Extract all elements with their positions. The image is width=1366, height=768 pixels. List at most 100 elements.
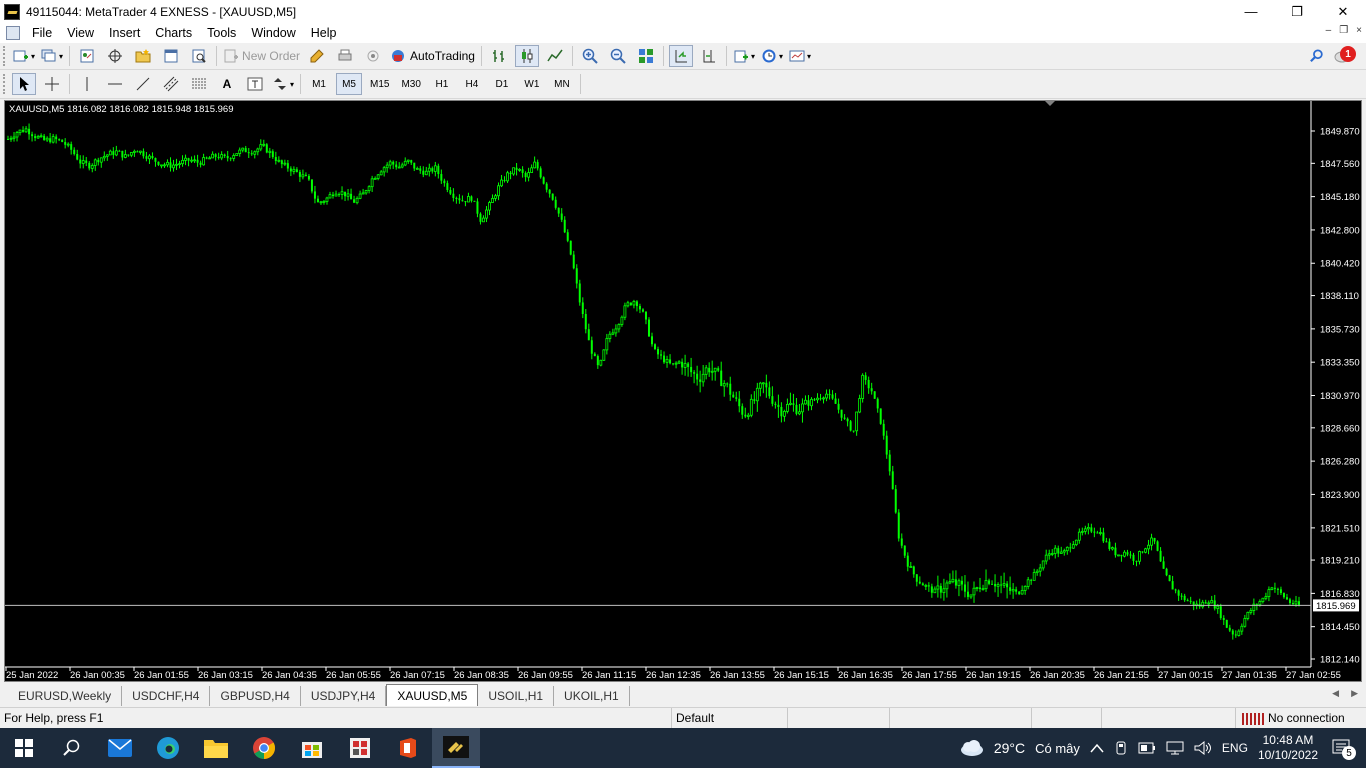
- timeframe-m1[interactable]: M1: [306, 73, 332, 95]
- text-label-button[interactable]: [243, 73, 267, 95]
- tab-gbpusd-h4[interactable]: GBPUSD,H4: [210, 686, 301, 706]
- taskbar-edge-button[interactable]: [144, 728, 192, 768]
- fibonacci-button[interactable]: [187, 73, 211, 95]
- usb-device-icon[interactable]: [1114, 740, 1128, 756]
- tab-usoil-h1[interactable]: USOIL,H1: [478, 686, 555, 706]
- cursor-tool-button[interactable]: [12, 73, 36, 95]
- battery-icon[interactable]: [1138, 742, 1156, 754]
- document-icon[interactable]: [6, 26, 20, 40]
- chart-shift-button[interactable]: [697, 45, 721, 67]
- taskbar-explorer-button[interactable]: [192, 728, 240, 768]
- indicators-button[interactable]: ▾: [732, 45, 756, 67]
- zoom-out-button[interactable]: [606, 45, 630, 67]
- chart-shift-marker[interactable]: [1045, 101, 1055, 106]
- speaker-volume-icon[interactable]: [1194, 741, 1212, 755]
- tab-ukoil-h1[interactable]: UKOIL,H1: [554, 686, 630, 706]
- toolbar-grip[interactable]: [3, 46, 7, 66]
- chart-window[interactable]: 1849.870 1847.560 1845.180 1842.800 1840.420…: [4, 100, 1362, 682]
- taskbar-office-button[interactable]: [384, 728, 432, 768]
- menu-charts[interactable]: Charts: [149, 26, 201, 40]
- timeframe-h4[interactable]: H4: [459, 73, 485, 95]
- radio-signal-button[interactable]: [361, 45, 385, 67]
- templates-button[interactable]: ▾: [788, 45, 812, 67]
- taskbar-store-button[interactable]: [288, 728, 336, 768]
- bar-chart-button[interactable]: [487, 45, 511, 67]
- candle-body-bear: [828, 394, 831, 396]
- menu-file[interactable]: File: [26, 26, 61, 40]
- auto-scroll-button[interactable]: [668, 45, 693, 67]
- menu-view[interactable]: View: [61, 26, 103, 40]
- crosshair-tool-button[interactable]: [40, 73, 64, 95]
- tile-windows-button[interactable]: [634, 45, 658, 67]
- timeframe-mn[interactable]: MN: [549, 73, 575, 95]
- menu-tools[interactable]: Tools: [201, 26, 245, 40]
- chevron-up-icon[interactable]: [1090, 743, 1104, 753]
- timeframe-h1[interactable]: H1: [429, 73, 455, 95]
- candlestick-chart-button[interactable]: [514, 45, 539, 67]
- text-tool-button[interactable]: A: [215, 73, 239, 95]
- taskbar-mail-button[interactable]: [96, 728, 144, 768]
- tab-xauusd-m5[interactable]: XAUUSD,M5: [386, 684, 479, 706]
- weather-temperature[interactable]: 29°C: [994, 740, 1025, 756]
- new-order-button[interactable]: New Order: [222, 45, 301, 67]
- profiles-button[interactable]: ▾: [40, 45, 64, 67]
- tab-usdchf-h4[interactable]: USDCHF,H4: [122, 686, 211, 706]
- taskbar-chrome-button[interactable]: [240, 728, 288, 768]
- timeframe-m30[interactable]: M30: [397, 73, 424, 95]
- search-icon[interactable]: [1310, 49, 1324, 63]
- taskbar-search-button[interactable]: [48, 728, 96, 768]
- timeframe-m15[interactable]: M15: [366, 73, 393, 95]
- periods-button[interactable]: ▾: [760, 45, 784, 67]
- autotrading-button[interactable]: AutoTrading: [389, 45, 476, 67]
- taskbar-app-button[interactable]: [336, 728, 384, 768]
- tab-eurusd-weekly[interactable]: EURUSD,Weekly: [0, 686, 123, 706]
- tab-scroll-left-icon[interactable]: ◀: [1332, 688, 1339, 699]
- start-button[interactable]: [0, 728, 48, 768]
- mdi-minimize-button[interactable]: –: [1326, 25, 1332, 36]
- toolbar-grip[interactable]: [3, 74, 7, 94]
- new-chart-button[interactable]: ▾: [12, 45, 36, 67]
- zoom-in-button[interactable]: [578, 45, 602, 67]
- notifications-button[interactable]: 1: [1334, 46, 1356, 66]
- equidistant-channel-button[interactable]: [159, 73, 183, 95]
- menu-window[interactable]: Window: [245, 26, 304, 40]
- candle-body-bear: [1276, 588, 1279, 590]
- candle-body-bear: [437, 165, 440, 175]
- data-window-button[interactable]: [103, 45, 127, 67]
- arrows-button[interactable]: ▾: [271, 73, 295, 95]
- candle-body-bull: [163, 164, 166, 167]
- mdi-close-button[interactable]: ×: [1356, 25, 1362, 36]
- metaeditor-button[interactable]: [305, 45, 329, 67]
- vertical-line-button[interactable]: [75, 73, 99, 95]
- timeframe-w1[interactable]: W1: [519, 73, 545, 95]
- action-center-button[interactable]: 5: [1328, 736, 1358, 760]
- candle-body-bear: [918, 581, 921, 584]
- navigator-button[interactable]: [131, 45, 155, 67]
- menu-help[interactable]: Help: [305, 26, 346, 40]
- taskbar-metatrader-button[interactable]: [432, 728, 480, 768]
- minimize-button[interactable]: —: [1228, 0, 1274, 23]
- maximize-button[interactable]: ❐: [1274, 0, 1320, 23]
- time-tick-label: 26 Jan 13:55: [710, 670, 765, 681]
- market-watch-button[interactable]: [75, 45, 99, 67]
- price-chart[interactable]: 1849.870 1847.560 1845.180 1842.800 1840.420…: [5, 101, 1361, 681]
- metatrader-logo-icon: [4, 3, 20, 20]
- network-icon[interactable]: [1166, 741, 1184, 755]
- tab-usdjpy-h4[interactable]: USDJPY,H4: [301, 686, 387, 706]
- mdi-restore-button[interactable]: ❐: [1339, 25, 1348, 36]
- timeframe-m5[interactable]: M5: [336, 73, 363, 95]
- taskbar-clock[interactable]: 10:48 AM 10/10/2022: [1258, 733, 1318, 763]
- tab-scroll-right-icon[interactable]: ▶: [1351, 688, 1358, 699]
- timeframe-d1[interactable]: D1: [489, 73, 515, 95]
- trendline-button[interactable]: [131, 73, 155, 95]
- terminal-button[interactable]: [159, 45, 183, 67]
- menu-insert[interactable]: Insert: [103, 26, 149, 40]
- close-button[interactable]: ✕: [1320, 0, 1366, 23]
- strategy-tester-button[interactable]: [187, 45, 211, 67]
- signals-button[interactable]: [333, 45, 357, 67]
- cloud-weather-icon[interactable]: [958, 739, 984, 757]
- weather-description[interactable]: Có mây: [1035, 741, 1080, 756]
- line-chart-button[interactable]: [543, 45, 567, 67]
- input-language[interactable]: ENG: [1222, 741, 1248, 755]
- horizontal-line-button[interactable]: [103, 73, 127, 95]
